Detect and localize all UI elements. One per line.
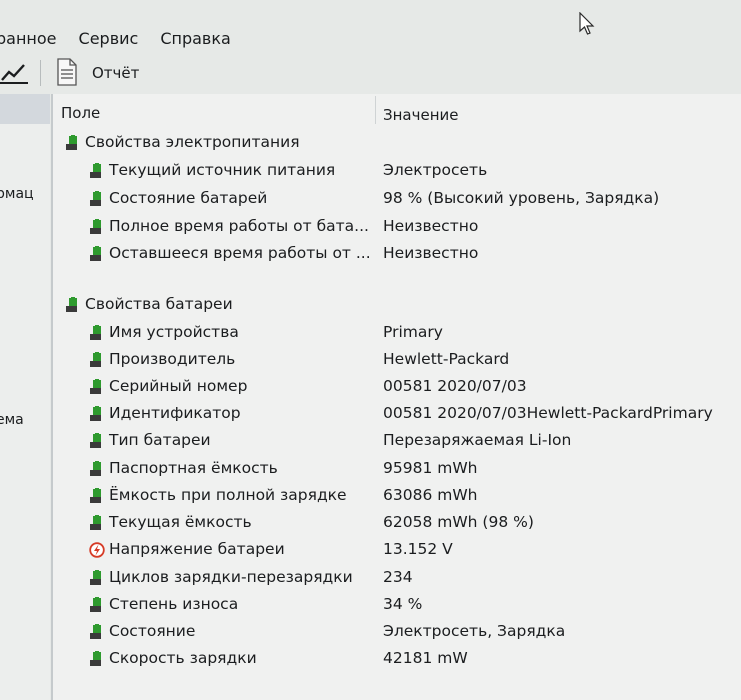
table-row[interactable]: Оставшееся время работы от ... Неизвестно: [53, 241, 741, 267]
table-row[interactable]: Степень износа 34 %: [53, 592, 741, 618]
battery-icon: [89, 597, 105, 613]
field-label: Состояние батарей: [109, 189, 268, 207]
tree-item-fragment[interactable]: ема: [0, 412, 24, 428]
field-value: Primary: [383, 323, 443, 341]
field-value: 98 % (Высокий уровень, Зарядка): [383, 189, 660, 207]
table-row[interactable]: Идентификатор 00581 2020/07/03Hewlett-Pac…: [53, 401, 741, 427]
tree-item-fragment[interactable]: рмац: [0, 186, 34, 202]
column-header-field[interactable]: Поле: [61, 104, 100, 122]
table-row[interactable]: Циклов зарядки-перезарядки 234: [53, 565, 741, 591]
toolbar-separator: [40, 60, 41, 86]
toolbar: Отчёт: [0, 56, 741, 92]
group-row[interactable]: Свойства батареи: [53, 292, 741, 318]
field-label: Тип батареи: [109, 431, 211, 449]
battery-icon: [89, 461, 105, 477]
field-label: Серийный номер: [109, 377, 248, 395]
field-value: Электросеть, Зарядка: [383, 622, 566, 640]
table-row[interactable]: Скорость зарядки 42181 mW: [53, 646, 741, 672]
battery-icon: [65, 297, 81, 313]
battery-icon: [65, 135, 81, 151]
field-value: 42181 mW: [383, 649, 468, 667]
table-row[interactable]: Производитель Hewlett-Packard: [53, 347, 741, 373]
field-label: Паспортная ёмкость: [109, 459, 278, 477]
field-label: Текущая ёмкость: [109, 513, 252, 531]
left-tree-pane[interactable]: рмац ема: [0, 94, 50, 700]
field-value: 34 %: [383, 595, 423, 613]
battery-icon: [89, 219, 105, 235]
field-value: 95981 mWh: [383, 459, 478, 477]
field-value: Неизвестно: [383, 217, 479, 235]
table-row[interactable]: Тип батареи Перезаряжаемая Li-Ion: [53, 428, 741, 454]
mouse-cursor-icon: [579, 12, 595, 35]
report-icon[interactable]: [56, 58, 78, 86]
battery-icon: [89, 488, 105, 504]
table-row[interactable]: Имя устройства Primary: [53, 320, 741, 346]
battery-icon: [89, 352, 105, 368]
report-button-label[interactable]: Отчёт: [92, 64, 139, 82]
menu-item-favorites[interactable]: ранное: [0, 29, 57, 48]
selected-tree-item[interactable]: [0, 94, 50, 124]
battery-icon: [89, 570, 105, 586]
field-value: Hewlett-Packard: [383, 350, 510, 368]
table-row[interactable]: Текущий источник питания Электросеть: [53, 158, 741, 184]
table-row[interactable]: Текущая ёмкость 62058 mWh (98 %): [53, 510, 741, 536]
battery-icon: [89, 191, 105, 207]
battery-icon: [89, 624, 105, 640]
field-value: 00581 2020/07/03: [383, 377, 527, 395]
field-label: Свойства батареи: [85, 295, 233, 313]
field-value: 13.152 V: [383, 540, 453, 558]
field-label: Скорость зарядки: [109, 649, 257, 667]
battery-icon: [89, 515, 105, 531]
table-row[interactable]: Состояние Электросеть, Зарядка: [53, 619, 741, 645]
battery-icon: [89, 433, 105, 449]
field-label: Производитель: [109, 350, 236, 368]
battery-icon: [89, 246, 105, 262]
list-header: Поле Значение: [53, 94, 741, 128]
field-label: Циклов зарядки-перезарядки: [109, 568, 353, 586]
field-label: Напряжение батареи: [109, 540, 285, 558]
field-label: Идентификатор: [109, 404, 241, 422]
field-value: 00581 2020/07/03Hewlett-PackardPrimary: [383, 404, 713, 422]
menu-bar: ранное Сервис Справка: [0, 22, 741, 54]
battery-icon: [89, 406, 105, 422]
table-row[interactable]: Напряжение батареи 13.152 V: [53, 537, 741, 563]
field-value: Перезаряжаемая Li-Ion: [383, 431, 572, 449]
column-separator[interactable]: [375, 96, 376, 124]
battery-icon: [89, 163, 105, 179]
table-row[interactable]: Состояние батарей 98 % (Высокий уровень, …: [53, 186, 741, 212]
battery-icon: [89, 325, 105, 341]
battery-icon: [89, 379, 105, 395]
column-header-value[interactable]: Значение: [383, 106, 459, 124]
field-value: 62058 mWh (98 %): [383, 513, 534, 531]
field-label: Ёмкость при полной зарядке: [109, 486, 347, 504]
menu-item-service[interactable]: Сервис: [79, 29, 139, 48]
field-label: Степень износа: [109, 595, 239, 613]
table-row[interactable]: Паспортная ёмкость 95981 mWh: [53, 456, 741, 482]
field-value: Электросеть: [383, 161, 488, 179]
menu-item-help[interactable]: Справка: [160, 29, 231, 48]
table-row[interactable]: Полное время работы от бата... Неизвестно: [53, 214, 741, 240]
group-row[interactable]: Свойства электропитания: [53, 130, 741, 156]
table-row[interactable]: Ёмкость при полной зарядке 63086 mWh: [53, 483, 741, 509]
field-label: Полное время работы от бата...: [109, 217, 369, 235]
field-label: Состояние: [109, 622, 196, 640]
field-value: 63086 mWh: [383, 486, 478, 504]
property-list: Поле Значение Свойства электропитания Тек…: [53, 94, 741, 700]
field-label: Оставшееся время работы от ...: [109, 244, 371, 262]
field-label: Имя устройства: [109, 323, 239, 341]
voltage-icon: [89, 542, 105, 558]
battery-icon: [89, 651, 105, 667]
field-label: Свойства электропитания: [85, 133, 300, 151]
field-value: 234: [383, 568, 413, 586]
table-row[interactable]: Серийный номер 00581 2020/07/03: [53, 374, 741, 400]
field-value: Неизвестно: [383, 244, 479, 262]
chart-icon[interactable]: [0, 60, 28, 84]
field-label: Текущий источник питания: [109, 161, 336, 179]
